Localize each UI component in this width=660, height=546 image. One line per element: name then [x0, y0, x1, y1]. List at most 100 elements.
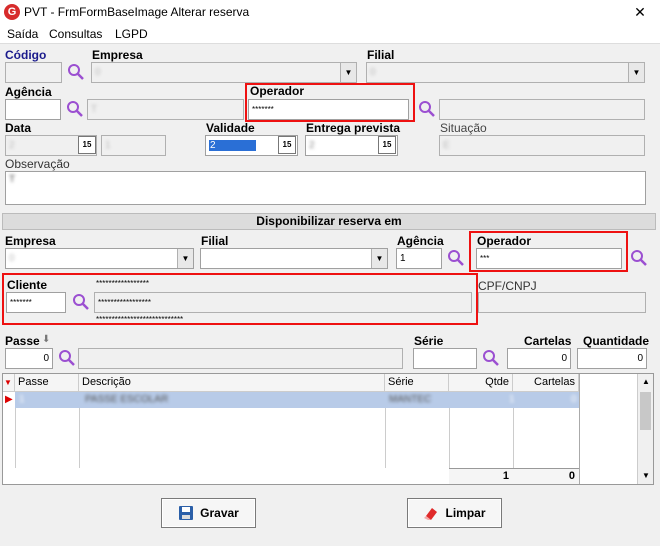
passe-label: Passe — [5, 334, 40, 348]
grid-header-descricao[interactable]: Descrição — [79, 374, 385, 392]
search-icon[interactable] — [58, 349, 76, 367]
entrega-value: 2 — [309, 140, 315, 151]
search-icon[interactable] — [447, 249, 465, 267]
table-row[interactable]: 1 PASSE ESCOLAR MANTEC 1 0 — [15, 392, 579, 408]
validade-label: Validade — [206, 121, 255, 135]
title-bar: G PVT - FrmFormBaseImage Alterar reserva… — [0, 0, 660, 24]
gravar-button[interactable]: Gravar — [161, 498, 256, 528]
row-cartelas: 0 — [571, 394, 577, 405]
save-icon — [179, 506, 194, 520]
situacao-label: Situação — [440, 121, 487, 135]
grid-footer: 1 0 — [449, 468, 579, 484]
scroll-down-icon[interactable]: ▼ — [638, 468, 654, 484]
row-descricao: PASSE ESCOLAR — [85, 394, 169, 405]
scroll-thumb[interactable] — [640, 392, 651, 430]
highlight-operador — [245, 83, 415, 122]
search-icon[interactable] — [66, 100, 84, 118]
app-logo-icon: G — [4, 4, 20, 20]
grid-header-cartelas[interactable]: Cartelas — [513, 374, 579, 392]
hora-field: 1 — [101, 135, 166, 156]
cpf-label: CPF/CNPJ — [478, 279, 537, 293]
bottom-filial-select[interactable]: ▼ — [200, 248, 388, 269]
codigo-label: Código — [5, 48, 47, 62]
calendar-icon[interactable]: 15 — [78, 136, 96, 154]
grid-header-passe[interactable]: Passe — [15, 374, 79, 392]
bottom-agencia-field[interactable]: 1 — [396, 248, 442, 269]
agencia-label: Agência — [5, 85, 52, 99]
row-pointer-icon: ▶ — [5, 394, 13, 405]
menu-bar: Saída Consultas LGPD — [0, 24, 660, 44]
bottom-empresa-select[interactable]: 0 ▼ — [5, 248, 194, 269]
serie-field[interactable] — [413, 348, 477, 369]
codigo-field[interactable] — [5, 62, 62, 83]
quantidade-value: 0 — [637, 353, 643, 364]
grid-col-divider — [449, 408, 450, 468]
hora-value: 1 — [105, 140, 111, 151]
serie-label: Série — [414, 334, 444, 348]
quantidade-field[interactable]: 0 — [577, 348, 647, 369]
grid-header-serie[interactable]: Série — [385, 374, 449, 392]
observacao-textarea[interactable]: T — [5, 171, 646, 205]
total-qtde: 1 — [502, 470, 509, 482]
close-icon[interactable]: ✕ — [628, 2, 652, 22]
scroll-up-icon[interactable]: ▲ — [638, 374, 654, 390]
chevron-down-icon: ▼ — [628, 63, 644, 82]
calendar-icon[interactable]: 15 — [278, 136, 296, 154]
grid-indicator-header: ▼ — [3, 374, 15, 392]
highlight-bottom-operador — [469, 231, 628, 272]
chevron-down-icon: ▼ — [340, 63, 356, 82]
grid-header-qtde[interactable]: Qtde — [449, 374, 513, 392]
window-title: PVT - FrmFormBaseImage Alterar reserva — [24, 5, 250, 19]
empresa-select[interactable]: 0 ▼ — [91, 62, 357, 83]
cartelas-field[interactable]: 0 — [507, 348, 571, 369]
search-icon[interactable] — [630, 249, 648, 267]
agencia-desc-field: T — [87, 99, 244, 120]
filial-label: Filial — [367, 48, 395, 62]
menu-lgpd[interactable]: LGPD — [115, 27, 148, 41]
sort-indicator-icon: ▼ — [4, 378, 12, 387]
cartelas-label: Cartelas — [524, 334, 572, 348]
cpf-field — [478, 292, 646, 313]
menu-saida[interactable]: Saída — [7, 27, 38, 41]
highlight-cliente — [2, 273, 478, 325]
observacao-value: T — [9, 174, 16, 185]
filial-value: 0 — [370, 67, 376, 78]
row-serie: MANTEC — [389, 394, 432, 405]
gravar-label: Gravar — [200, 506, 239, 520]
passe-field[interactable]: 0 — [5, 348, 53, 369]
calendar-icon[interactable]: 15 — [378, 136, 396, 154]
search-icon[interactable] — [482, 349, 500, 367]
limpar-button[interactable]: Limpar — [407, 498, 502, 528]
data-label: Data — [5, 121, 32, 135]
passe-value: 0 — [43, 353, 49, 364]
quantidade-label: Quantidade — [583, 334, 650, 348]
bottom-agencia-label: Agência — [397, 234, 444, 248]
empresa-label: Empresa — [92, 48, 143, 62]
bottom-empresa-label: Empresa — [5, 234, 56, 248]
passe-desc-field — [78, 348, 403, 369]
bottom-filial-label: Filial — [201, 234, 229, 248]
operador-desc-field — [439, 99, 645, 120]
row-qtde: 1 — [509, 394, 515, 405]
chevron-down-icon: ▼ — [177, 249, 193, 268]
cartelas-value: 0 — [561, 353, 567, 364]
limpar-label: Limpar — [445, 506, 486, 520]
filial-select[interactable]: 0 ▼ — [366, 62, 645, 83]
bottom-empresa-value: 0 — [9, 253, 15, 264]
search-icon[interactable] — [67, 63, 85, 81]
agencia-field[interactable] — [5, 99, 61, 120]
empresa-value: 0 — [95, 67, 101, 78]
grid-col-divider — [15, 408, 16, 468]
bottom-agencia-value: 1 — [400, 253, 406, 264]
data-value: 2 — [9, 140, 15, 151]
situacao-field: E — [439, 135, 645, 156]
vertical-scrollbar[interactable]: ▲ ▼ — [637, 374, 653, 484]
items-grid[interactable]: ▼ Passe Descrição Série Qtde Cartelas ▶ … — [2, 373, 654, 485]
row-passe: 1 — [19, 394, 25, 405]
eraser-icon — [424, 508, 438, 520]
sort-down-icon: ⬇ — [42, 334, 51, 345]
entrega-label: Entrega prevista — [306, 121, 401, 135]
menu-consultas[interactable]: Consultas — [49, 27, 102, 41]
search-icon[interactable] — [418, 100, 436, 118]
grid-col-divider — [385, 408, 386, 468]
